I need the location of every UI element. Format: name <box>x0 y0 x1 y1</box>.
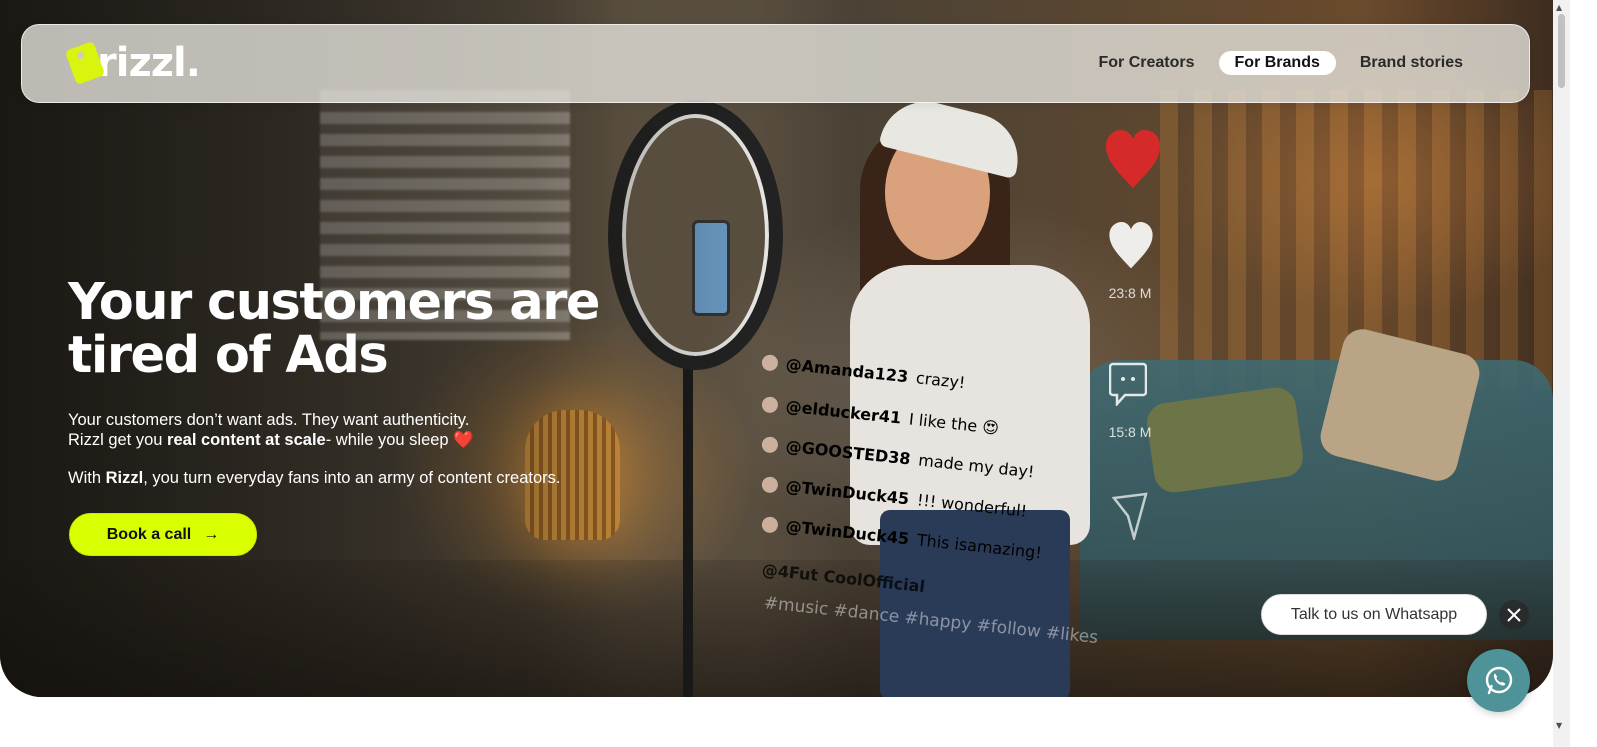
avatar <box>761 475 779 494</box>
nav-link-brand-stories[interactable]: Brand stories <box>1344 51 1479 75</box>
sub-line-2-suffix: - while you sleep <box>325 431 454 449</box>
book-a-call-button[interactable]: Book a call → <box>69 513 257 556</box>
whatsapp-bubble[interactable]: Talk to us on Whatsapp <box>1261 594 1487 635</box>
like-count: 23:8 M <box>1100 285 1160 303</box>
headline-line-2: tired of Ads <box>68 326 389 385</box>
comment-icon <box>1108 362 1148 411</box>
sub-line-2-bold: real content at scale <box>167 431 326 449</box>
scroll-up-arrow-icon[interactable]: ▲ <box>1556 3 1562 12</box>
avatar <box>761 353 779 372</box>
comment-count: 15:8 M <box>1100 424 1160 442</box>
scroll-down-arrow-icon[interactable]: ▼ <box>1556 721 1562 730</box>
like-white-heart-icon <box>1108 222 1154 275</box>
hero-subtext: Your customers don’t want ads. They want… <box>68 410 648 450</box>
scrollbar[interactable] <box>1553 0 1570 747</box>
whatsapp-button[interactable] <box>1467 649 1530 712</box>
whatsapp-icon <box>1485 666 1512 694</box>
avatar <box>761 395 779 414</box>
cta-label: Book a call <box>106 525 192 543</box>
avatar <box>761 435 779 454</box>
sub3-suffix: , you turn everyday fans into an army of… <box>143 469 561 487</box>
nav-link-for-brands[interactable]: For Brands <box>1218 51 1336 75</box>
close-icon[interactable] <box>1499 600 1529 630</box>
logo-text: rizzl. <box>97 40 201 86</box>
arrow-right-icon: → <box>203 525 220 543</box>
like-count-text: 23:8 M <box>1108 285 1152 301</box>
sub-line-2-prefix: Rizzl get you <box>68 431 168 449</box>
sub3-prefix: With <box>68 469 106 487</box>
share-icon <box>1110 492 1150 545</box>
headline-line-1: Your customers are <box>68 273 600 332</box>
scrollbar-thumb[interactable] <box>1558 14 1565 88</box>
hero-headline: Your customers are tired of Ads <box>68 276 628 382</box>
nav-links: For Creators For Brands Brand stories <box>1082 51 1479 75</box>
page: 23:8 M 15:8 M @Amanda123 crazy! @elducke… <box>0 0 1597 747</box>
like-red-heart-icon <box>1105 130 1160 195</box>
whatsapp-bubble-text: Talk to us on Whatsapp <box>1290 605 1458 623</box>
nav-link-for-creators[interactable]: For Creators <box>1082 51 1210 75</box>
sub3-bold: Rizzl <box>105 469 144 487</box>
avatar <box>761 515 779 534</box>
heart-emoji-icon: ❤️ <box>453 431 474 449</box>
sub-line-1: Your customers don’t want ads. They want… <box>68 411 470 429</box>
comment-count-text: 15:8 M <box>1108 424 1152 440</box>
navbar: rizzl. For Creators For Brands Brand sto… <box>21 24 1530 103</box>
hero-subtext-2: With Rizzl, you turn everyday fans into … <box>68 468 668 488</box>
logo[interactable]: rizzl. <box>64 40 201 86</box>
